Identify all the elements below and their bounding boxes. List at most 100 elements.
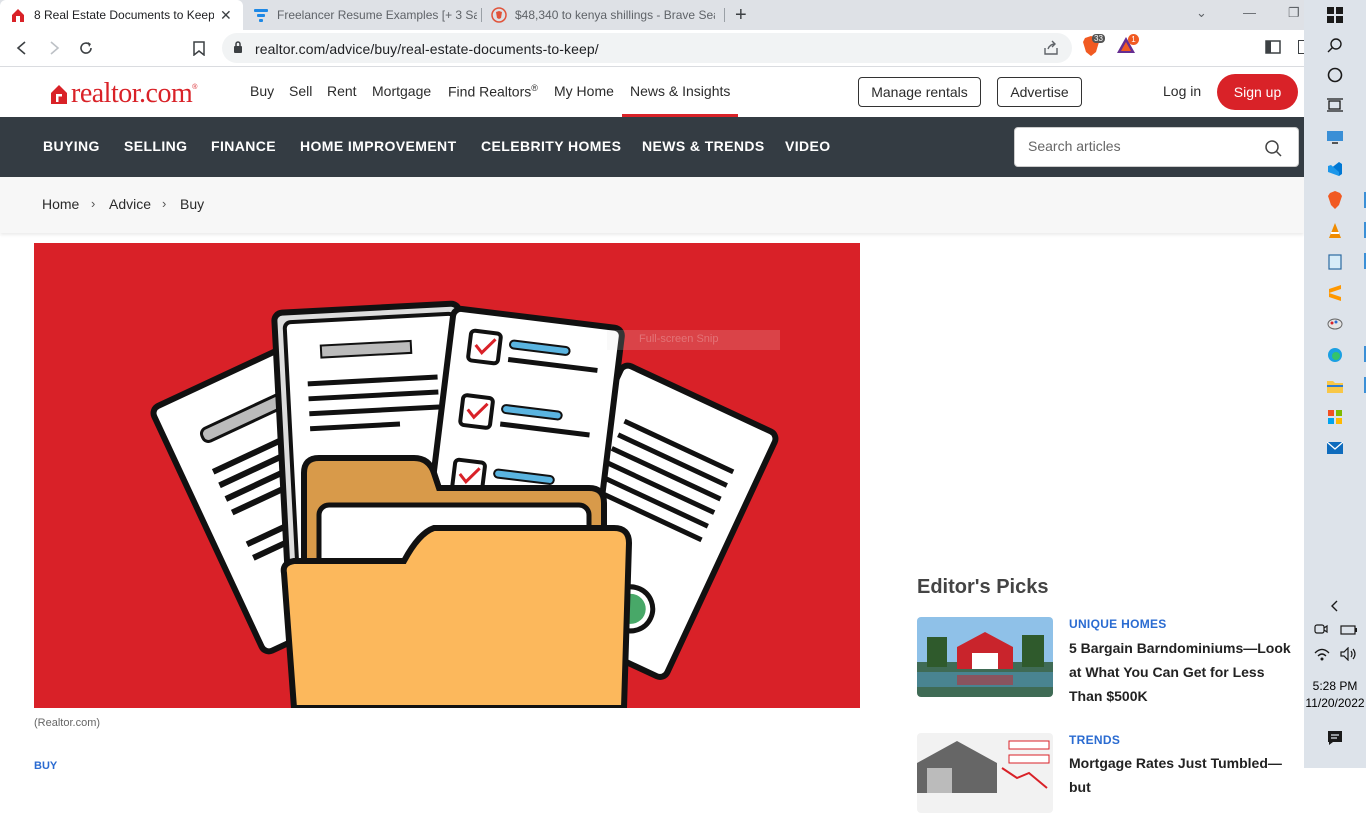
nav-news-insights[interactable]: News & Insights	[630, 83, 730, 99]
brave-search-icon	[491, 7, 507, 23]
sidebar-toggle-icon[interactable]	[1265, 40, 1281, 59]
filter-icon	[253, 7, 269, 23]
category-news-trends[interactable]: NEWS & TRENDS	[642, 138, 765, 154]
microsoft-store-icon[interactable]	[1323, 407, 1347, 427]
taskbar-clock-date[interactable]: 11/20/2022	[1304, 696, 1366, 710]
registered-mark: ®	[531, 83, 538, 93]
nav-buy[interactable]: Buy	[250, 83, 274, 99]
reload-icon[interactable]	[76, 38, 96, 58]
tab-title: Freelancer Resume Examples [+ 3 Sam	[277, 8, 477, 22]
article-category-label[interactable]: BUY	[34, 760, 57, 772]
breadcrumb-buy[interactable]: Buy	[180, 196, 204, 212]
tab-freelancer[interactable]: Freelancer Resume Examples [+ 3 Sam	[243, 0, 481, 30]
breadcrumb-advice[interactable]: Advice	[109, 196, 151, 212]
address-bar[interactable]: realtor.com/advice/buy/real-estate-docum…	[222, 33, 1072, 63]
vlc-icon[interactable]	[1323, 221, 1347, 241]
pick-category[interactable]: UNIQUE HOMES	[1069, 617, 1167, 631]
chevron-right-icon: ›	[91, 196, 96, 211]
file-explorer-icon[interactable]	[1323, 376, 1347, 396]
search-input[interactable]	[1028, 138, 1248, 154]
registered-mark: ®	[192, 84, 198, 91]
browser-toolbar: realtor.com/advice/buy/real-estate-docum…	[0, 30, 1304, 67]
realtor-logo[interactable]: realtor.com ®	[50, 78, 197, 110]
pick-title[interactable]: Mortgage Rates Just Tumbled—but	[1069, 751, 1299, 799]
tab-search-chevron-icon[interactable]: ⌄	[1196, 5, 1207, 21]
category-selling[interactable]: SELLING	[124, 138, 187, 154]
brave-rewards-icon[interactable]: 1	[1116, 34, 1142, 58]
breadcrumb-home[interactable]: Home	[42, 196, 79, 212]
minimize-icon[interactable]: —	[1243, 5, 1256, 20]
nav-rent[interactable]: Rent	[327, 83, 357, 99]
paint-icon[interactable]	[1323, 314, 1347, 334]
forward-icon[interactable]	[44, 38, 64, 58]
editors-picks-heading: Editor's Picks	[917, 576, 1049, 598]
category-buying[interactable]: BUYING	[43, 138, 100, 154]
browser-tab-bar: 8 Real Estate Documents to Keep ✕ Freela…	[0, 0, 1304, 30]
chevron-left-icon[interactable]	[1323, 596, 1347, 616]
documents-folder-illustration	[150, 300, 779, 708]
category-nav-bar: BUYING SELLING FINANCE HOME IMPROVEMENT …	[0, 117, 1304, 177]
mortgage-chart-thumbnail[interactable]	[917, 733, 1053, 813]
image-caption: (Realtor.com)	[34, 717, 101, 729]
desktop-app-icon[interactable]	[1323, 128, 1347, 148]
vscode-icon[interactable]	[1323, 159, 1347, 179]
site-header: realtor.com ® Buy Sell Rent Mortgage Fin…	[0, 67, 1304, 117]
meet-now-icon[interactable]	[1314, 622, 1328, 641]
notepad-icon[interactable]	[1323, 252, 1347, 272]
category-video[interactable]: VIDEO	[785, 138, 831, 154]
nav-sell[interactable]: Sell	[289, 83, 312, 99]
category-celebrity-homes[interactable]: CELEBRITY HOMES	[481, 138, 621, 154]
cortana-icon[interactable]	[1323, 65, 1347, 85]
breadcrumb: Home › Advice › Buy	[0, 177, 1304, 233]
nav-find-realtors[interactable]: Find Realtors®	[448, 83, 538, 100]
search-icon[interactable]	[1265, 140, 1282, 162]
volume-icon[interactable]	[1340, 646, 1358, 666]
realtor-icon	[10, 7, 26, 23]
battery-icon[interactable]	[1340, 623, 1358, 641]
brave-browser-icon[interactable]	[1323, 190, 1347, 210]
search-icon[interactable]	[1323, 35, 1347, 55]
tab-separator	[724, 8, 725, 22]
advertise-button[interactable]: Advertise	[997, 77, 1082, 107]
signup-button[interactable]: Sign up	[1217, 74, 1298, 110]
tab-title: $48,340 to kenya shillings - Brave Sear	[515, 8, 715, 22]
tab-title: 8 Real Estate Documents to Keep	[34, 8, 214, 22]
pick-category[interactable]: TRENDS	[1069, 733, 1120, 747]
nav-my-home[interactable]: My Home	[554, 83, 614, 99]
wifi-icon[interactable]	[1314, 647, 1330, 666]
new-tab-button[interactable]: +	[735, 4, 747, 27]
snip-overlay-label: Full-screen Snip	[607, 330, 780, 350]
bookmark-icon[interactable]	[189, 38, 209, 58]
article-search-box	[1014, 127, 1299, 167]
mail-icon[interactable]	[1323, 438, 1347, 458]
taskbar-clock-time[interactable]: 5:28 PM	[1304, 679, 1366, 693]
barndominium-thumbnail[interactable]	[917, 617, 1053, 697]
rewards-badge: 1	[1128, 34, 1139, 45]
notification-center-icon[interactable]	[1323, 728, 1347, 748]
edge-icon[interactable]	[1323, 345, 1347, 365]
nav-mortgage[interactable]: Mortgage	[372, 83, 431, 99]
chevron-right-icon: ›	[162, 196, 167, 211]
back-icon[interactable]	[12, 38, 32, 58]
pick-title[interactable]: 5 Bargain Barndominiums—Look at What You…	[1069, 636, 1299, 708]
url-text: realtor.com/advice/buy/real-estate-docum…	[255, 41, 599, 57]
manage-rentals-button[interactable]: Manage rentals	[858, 77, 981, 107]
sublime-text-icon[interactable]	[1323, 283, 1347, 303]
category-finance[interactable]: FINANCE	[211, 138, 276, 154]
login-link[interactable]: Log in	[1163, 83, 1201, 99]
tab-realtor[interactable]: 8 Real Estate Documents to Keep ✕	[0, 0, 243, 30]
windows-start-icon[interactable]	[1323, 5, 1347, 25]
category-home-improvement[interactable]: HOME IMPROVEMENT	[300, 138, 457, 154]
article-hero-image	[34, 243, 860, 708]
logo-text: realtor.com	[71, 78, 193, 109]
task-view-icon[interactable]	[1323, 95, 1347, 115]
shield-count-badge: 33	[1092, 34, 1105, 43]
nav-find-realtors-label: Find Realtors	[448, 83, 532, 100]
tab-brave-search[interactable]: $48,340 to kenya shillings - Brave Sear	[481, 0, 724, 30]
windows-taskbar	[1304, 0, 1366, 768]
house-icon	[51, 85, 67, 104]
close-icon[interactable]: ✕	[220, 7, 232, 24]
share-icon[interactable]	[1043, 40, 1059, 61]
restore-icon[interactable]: ❐	[1288, 5, 1300, 21]
brave-shields-icon[interactable]: 33	[1082, 34, 1106, 58]
